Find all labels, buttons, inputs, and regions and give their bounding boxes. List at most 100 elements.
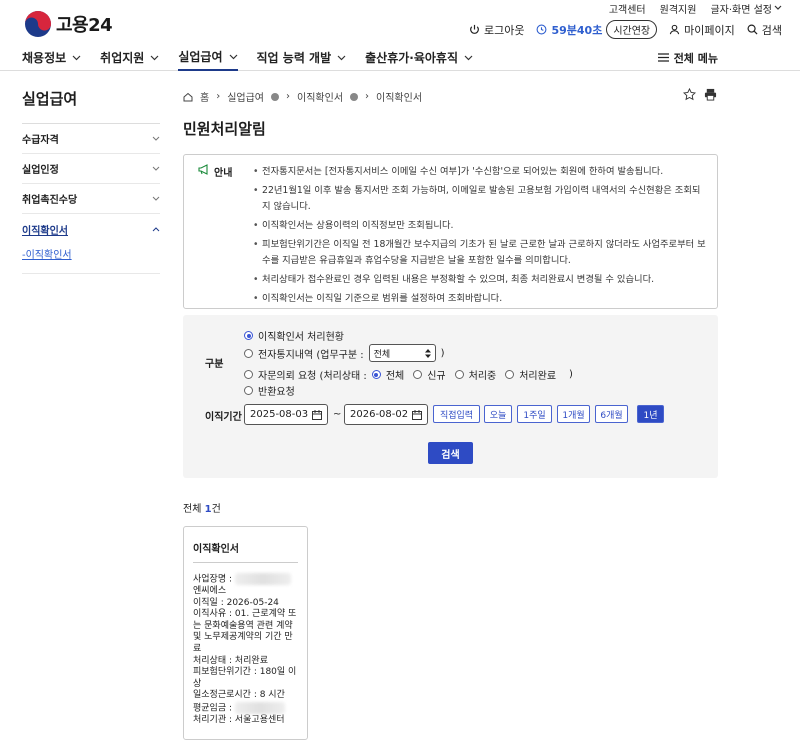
notice-item: 이직확인서는 상용이력의 이직정보만 조회됩니다. xyxy=(253,218,707,234)
date-range-separator: ~ xyxy=(333,409,342,420)
hamburger-icon xyxy=(657,53,669,62)
radio-separation-status[interactable]: 이직확인서 처리현황 xyxy=(244,328,344,343)
notice-item: 22년1월1일 이후 발송 통지서만 조회 가능하며, 이메일로 발송된 고용보… xyxy=(253,183,707,215)
radio-icon xyxy=(244,348,253,358)
notice-item: 피보험단위기간은 이직일 전 18개월간 보수지급의 기초가 된 날로 근로한 … xyxy=(253,237,707,269)
card-insured-period: 피보험단위기간 : 180일 이상 xyxy=(193,667,297,689)
radio-status-processing[interactable] xyxy=(454,370,464,379)
chevron-right-icon: › xyxy=(365,91,370,102)
session-timer: 59분40초 시간연장 xyxy=(536,20,658,39)
chevron-down-icon xyxy=(152,166,160,171)
notice-item: 이직확인서는 이직일 기준으로 범위를 설정하여 조회바랍니다. xyxy=(253,291,707,307)
chevron-down-icon xyxy=(774,5,782,10)
radio-status-all[interactable] xyxy=(371,370,381,379)
home-icon xyxy=(183,92,193,101)
business-type-select[interactable]: 전체 xyxy=(368,344,436,362)
remote-support-link[interactable]: 원격지원 xyxy=(660,1,697,16)
radio-advisory-request[interactable]: 자문의뢰 요청 (처리상태 : 전체 신규 처리중 처리완료 ) xyxy=(244,367,573,382)
period-1week-button[interactable]: 1주일 xyxy=(517,405,552,423)
star-icon[interactable] xyxy=(683,88,696,101)
chevron-down-icon xyxy=(152,196,160,201)
site-logo[interactable]: 고용24 xyxy=(24,10,113,38)
notice-label: 안내 xyxy=(198,164,253,308)
header-search-button[interactable]: 검색 xyxy=(747,22,782,38)
chevron-down-icon xyxy=(337,55,346,60)
date-to-input[interactable]: 2026-08-02 xyxy=(344,404,428,425)
result-count: 전체 1건 xyxy=(183,504,221,515)
side-item-reemployment-allowance[interactable]: 취업촉진수당 xyxy=(22,184,160,214)
radio-icon xyxy=(244,370,253,379)
card-title: 이직확인서 xyxy=(193,540,298,563)
search-button[interactable]: 검색 xyxy=(428,442,473,464)
notice-box: 안내 전자통지문서는 [전자통지서비스 이메일 수신 여부]가 '수신함'으로 … xyxy=(183,154,718,309)
breadcrumb-level3: 이직확인서 xyxy=(376,93,423,104)
redacted-block xyxy=(234,702,285,715)
period-custom-button[interactable]: 직접입력 xyxy=(433,405,480,423)
display-settings-link[interactable]: 글자·화면 설정 xyxy=(710,1,782,16)
gnb-item-vocational-training[interactable]: 직업 능력 개발 xyxy=(257,44,347,71)
side-item-eligibility[interactable]: 수급자격 xyxy=(22,124,160,154)
customer-center-link[interactable]: 고객센터 xyxy=(609,1,646,16)
gnb-item-unemployment-benefit[interactable]: 실업급여 xyxy=(178,44,238,71)
mypage-link[interactable]: 마이페이지 xyxy=(669,22,735,38)
clock-icon xyxy=(537,24,547,35)
select-arrows-icon xyxy=(424,348,431,358)
dropdown-dot-icon[interactable] xyxy=(350,92,359,101)
search-icon xyxy=(747,24,758,35)
page-tools xyxy=(683,88,717,101)
period-today-button[interactable]: 오늘 xyxy=(484,405,512,423)
megaphone-icon xyxy=(198,164,208,175)
card-status: 처리상태 : 처리완료 xyxy=(193,655,268,666)
power-icon xyxy=(470,24,479,34)
radio-electronic-notice[interactable]: 전자통지내역 (업무구분 : 전체 ) xyxy=(244,344,445,362)
radio-icon xyxy=(244,386,253,395)
chevron-up-icon xyxy=(152,226,160,231)
notice-item: 전자통지문서는 [전자통지서비스 이메일 수신 여부]가 '수신함'으로 되어있… xyxy=(253,164,707,180)
result-card[interactable]: 이직확인서 사업장명 : 엔씨에스 이직일 : 2026-05-24 이직사유 … xyxy=(183,526,308,740)
side-nav-title: 실업급여 xyxy=(22,88,160,124)
gnb-item-employment-support[interactable]: 취업지원 xyxy=(100,44,159,71)
card-workplace: 사업장명 : xyxy=(193,573,298,586)
chevron-down-icon xyxy=(152,136,160,141)
logo-text: 고용24 xyxy=(56,15,113,36)
card-daily-hours: 일소정근로시간 : 8 시간 xyxy=(193,690,285,701)
side-nav: 실업급여 수급자격 실업인정 취업촉진수당 이직확인서 -이직확인서 xyxy=(22,88,160,274)
type-label: 구분 xyxy=(205,359,224,370)
card-workplace-name: 엔씨에스 xyxy=(193,586,227,597)
notice-item: 처리상태가 접수완료인 경우 입력된 내용은 부정확할 수 있으며, 최종 처리… xyxy=(253,272,707,288)
period-label: 이직기간 xyxy=(205,412,242,423)
card-office: 처리기관 : 서울고용센터 xyxy=(193,715,285,726)
breadcrumb-level2[interactable]: 이직확인서 xyxy=(297,89,343,104)
gnb-item-jobs[interactable]: 채용정보 xyxy=(22,44,81,71)
period-1month-button[interactable]: 1개월 xyxy=(557,405,590,423)
breadcrumb-home[interactable]: 홈 xyxy=(200,89,209,104)
side-subitem-separation-certificate[interactable]: -이직확인서 xyxy=(22,244,160,274)
dropdown-dot-icon[interactable] xyxy=(271,92,280,101)
chevron-right-icon: › xyxy=(216,91,221,102)
chevron-down-icon xyxy=(72,55,81,60)
radio-status-completed[interactable] xyxy=(505,370,515,379)
extend-session-button[interactable]: 시간연장 xyxy=(606,20,658,39)
radio-status-new[interactable] xyxy=(413,370,423,379)
search-panel: 구분 이직확인서 처리현황 전자통지내역 (업무구분 : 전체 ) 자문의뢰 요… xyxy=(183,315,718,478)
all-menu-button[interactable]: 전체 메뉴 xyxy=(657,44,718,71)
calendar-icon[interactable] xyxy=(412,409,422,420)
print-icon[interactable] xyxy=(704,88,717,101)
side-item-separation-certificate[interactable]: 이직확인서 xyxy=(22,214,160,244)
global-nav: 채용정보 취업지원 실업급여 직업 능력 개발 출산휴가·육아휴직 전체 메뉴 xyxy=(0,44,800,71)
gnb-item-maternity-parental-leave[interactable]: 출산휴가·육아휴직 xyxy=(365,44,473,71)
date-from-input[interactable]: 2025-08-03 xyxy=(244,404,328,425)
redacted-block xyxy=(234,573,291,585)
chevron-down-icon xyxy=(464,55,473,60)
card-avg-wage: 평균임금 : xyxy=(193,702,298,715)
side-item-unemployment-recognition[interactable]: 실업인정 xyxy=(22,154,160,184)
card-leave-date: 이직일 : 2026-05-24 xyxy=(193,597,279,608)
page-title: 민원처리알림 xyxy=(183,120,266,138)
calendar-icon[interactable] xyxy=(312,409,322,420)
period-1year-button[interactable]: 1년 xyxy=(637,405,664,423)
breadcrumb-level1[interactable]: 실업급여 xyxy=(227,89,264,104)
chevron-right-icon: › xyxy=(286,91,291,102)
logout-button[interactable]: 로그아웃 xyxy=(469,22,524,38)
radio-return-request[interactable]: 반환요청 xyxy=(244,383,295,398)
period-6month-button[interactable]: 6개월 xyxy=(595,405,628,423)
